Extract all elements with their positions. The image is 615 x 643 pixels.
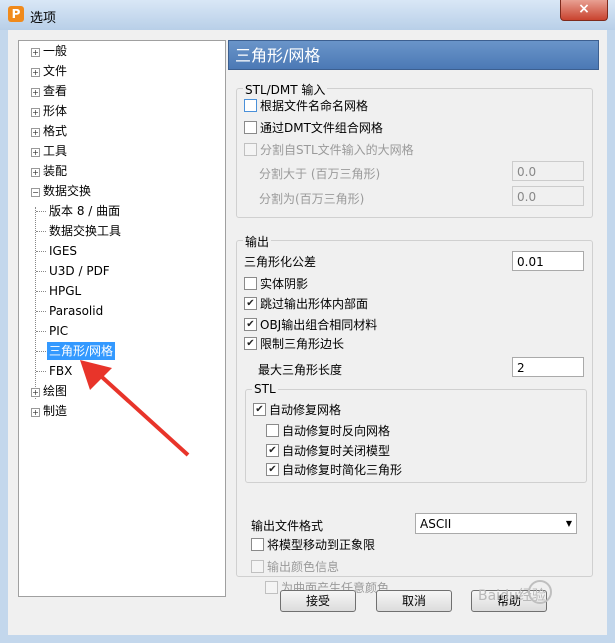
tolerance-field[interactable]: 0.01 bbox=[512, 251, 584, 271]
tree-item-general[interactable]: 一般 bbox=[43, 42, 67, 60]
expand-icon[interactable]: + bbox=[31, 168, 40, 177]
tree-item-view[interactable]: 查看 bbox=[43, 82, 67, 100]
expand-icon[interactable]: + bbox=[31, 408, 40, 417]
tree-item-pic[interactable]: PIC bbox=[49, 322, 68, 340]
tree-line bbox=[36, 331, 46, 332]
close-model-label: 自动修复时关闭模型 bbox=[282, 444, 391, 458]
split-into-label: 分割为(百万三角形) bbox=[259, 192, 365, 206]
title-bar: P 选项 × bbox=[0, 0, 615, 30]
combine-via-dmt-checkbox[interactable] bbox=[244, 121, 257, 134]
tree-line bbox=[36, 251, 46, 252]
split-large-checkbox[interactable] bbox=[244, 143, 257, 156]
format-value: ASCII bbox=[420, 517, 452, 531]
close-model-checkbox[interactable]: ✔ bbox=[266, 444, 279, 457]
tree-item-hpgl[interactable]: HPGL bbox=[49, 282, 81, 300]
format-label: 输出文件格式 bbox=[251, 519, 324, 533]
split-large-label: 分割自STL文件输入的大网格 bbox=[260, 143, 414, 157]
tree-item-parasolid[interactable]: Parasolid bbox=[49, 302, 103, 320]
tree-line bbox=[36, 271, 46, 272]
tree-item-tools[interactable]: 工具 bbox=[43, 142, 67, 160]
skip-internal-label: 跳过输出形体内部面 bbox=[260, 297, 369, 311]
tree-line bbox=[36, 311, 46, 312]
dialog-client: + 一般 + 文件 + 查看 + 形体 + 格式 + 工具 + 装配 − 数据交… bbox=[8, 30, 607, 635]
expand-icon[interactable]: + bbox=[31, 88, 40, 97]
panel-title: 三角形/网格 bbox=[228, 40, 599, 70]
skip-internal-checkbox[interactable]: ✔ bbox=[244, 297, 257, 310]
limit-edge-checkbox[interactable]: ✔ bbox=[244, 337, 257, 350]
tree-item-v8-surface[interactable]: 版本 8 / 曲面 bbox=[49, 202, 120, 220]
window-title: 选项 bbox=[30, 11, 57, 26]
tree-line bbox=[36, 371, 46, 372]
name-by-filename-label: 根据文件名命名网格 bbox=[260, 99, 369, 113]
combine-via-dmt-label: 通过DMT文件组合网格 bbox=[260, 121, 383, 135]
close-button[interactable]: × bbox=[560, 0, 608, 21]
split-into-field[interactable]: 0.0 bbox=[512, 186, 584, 206]
stl-input-group: STL/DMT 输入 根据文件名命名网格 通过DMT文件组合网格 分割自STL文… bbox=[236, 81, 593, 218]
obj-combine-label: OBJ输出组合相同材料 bbox=[260, 318, 378, 332]
max-edge-field[interactable]: 2 bbox=[512, 357, 584, 377]
max-edge-label: 最大三角形长度 bbox=[258, 363, 343, 377]
expand-icon[interactable]: + bbox=[31, 148, 40, 157]
solid-shading-checkbox[interactable] bbox=[244, 277, 257, 290]
tree-line bbox=[36, 291, 46, 292]
reverse-on-repair-label: 自动修复时反向网格 bbox=[282, 424, 391, 438]
output-group: 输出 三角形化公差 0.01 实体阴影 ✔ 跳过输出形体内部面 ✔ OBJ输出组… bbox=[236, 233, 593, 577]
tree-item-triangle-mesh[interactable]: 三角形/网格 bbox=[47, 342, 116, 360]
export-color-checkbox[interactable] bbox=[251, 560, 264, 573]
simplify-label: 自动修复时简化三角形 bbox=[282, 463, 403, 477]
tree-item-fbx[interactable]: FBX bbox=[49, 362, 72, 380]
category-tree[interactable]: + 一般 + 文件 + 查看 + 形体 + 格式 + 工具 + 装配 − 数据交… bbox=[18, 40, 226, 597]
tree-item-format[interactable]: 格式 bbox=[43, 122, 67, 140]
output-group-label: 输出 bbox=[243, 233, 272, 250]
tree-item-data-exchange-tools[interactable]: 数据交换工具 bbox=[49, 222, 121, 240]
close-icon: × bbox=[578, 1, 590, 17]
solid-shading-label: 实体阴影 bbox=[260, 277, 309, 291]
app-icon: P bbox=[8, 6, 24, 22]
move-to-positive-label: 将模型移动到正象限 bbox=[267, 538, 376, 552]
tree-item-iges[interactable]: IGES bbox=[49, 242, 77, 260]
expand-icon[interactable]: + bbox=[31, 108, 40, 117]
expand-icon[interactable]: + bbox=[31, 388, 40, 397]
simplify-checkbox[interactable]: ✔ bbox=[266, 463, 279, 476]
auto-repair-label: 自动修复网格 bbox=[269, 403, 342, 417]
export-color-label: 输出颜色信息 bbox=[267, 560, 340, 574]
format-select[interactable]: ASCII ▼ bbox=[415, 513, 577, 534]
tree-item-assembly[interactable]: 装配 bbox=[43, 162, 67, 180]
stl-subgroup: STL ✔ 自动修复网格 自动修复时反向网格 ✔ 自动修复时关闭模型 ✔ 自动修… bbox=[245, 382, 587, 483]
random-color-checkbox[interactable] bbox=[265, 581, 278, 594]
tree-line bbox=[36, 211, 46, 212]
split-greater-field[interactable]: 0.0 bbox=[512, 161, 584, 181]
collapse-icon[interactable]: − bbox=[31, 188, 40, 197]
tree-line bbox=[36, 351, 46, 352]
dropdown-arrow-icon: ▼ bbox=[565, 519, 572, 528]
name-by-filename-checkbox[interactable] bbox=[244, 99, 257, 112]
auto-repair-checkbox[interactable]: ✔ bbox=[253, 403, 266, 416]
tree-item-u3d-pdf[interactable]: U3D / PDF bbox=[49, 262, 110, 280]
limit-edge-label: 限制三角形边长 bbox=[260, 337, 345, 351]
annotation-arrow-icon bbox=[80, 360, 190, 457]
reverse-on-repair-checkbox[interactable] bbox=[266, 424, 279, 437]
tree-item-drawing[interactable]: 绘图 bbox=[43, 382, 67, 400]
tree-item-data-exchange[interactable]: 数据交换 bbox=[43, 182, 91, 200]
tolerance-label: 三角形化公差 bbox=[244, 255, 317, 269]
cancel-button[interactable]: 取消 bbox=[376, 590, 452, 612]
accept-button[interactable]: 接受 bbox=[280, 590, 356, 612]
stl-input-group-label: STL/DMT 输入 bbox=[243, 81, 328, 98]
tree-item-file[interactable]: 文件 bbox=[43, 62, 67, 80]
expand-icon[interactable]: + bbox=[31, 48, 40, 57]
tree-item-manufacturing[interactable]: 制造 bbox=[43, 402, 67, 420]
stl-subgroup-label: STL bbox=[252, 382, 278, 396]
tree-line bbox=[36, 231, 46, 232]
move-to-positive-checkbox[interactable] bbox=[251, 538, 264, 551]
watermark-logo-icon bbox=[528, 580, 552, 604]
split-greater-label: 分割大于 (百万三角形) bbox=[259, 167, 381, 181]
obj-combine-checkbox[interactable]: ✔ bbox=[244, 318, 257, 331]
expand-icon[interactable]: + bbox=[31, 128, 40, 137]
options-dialog: P 选项 × + 一般 + 文件 + 查看 + 形体 + 格式 + 工具 + 装… bbox=[0, 0, 615, 643]
tree-item-shape[interactable]: 形体 bbox=[43, 102, 67, 120]
expand-icon[interactable]: + bbox=[31, 68, 40, 77]
